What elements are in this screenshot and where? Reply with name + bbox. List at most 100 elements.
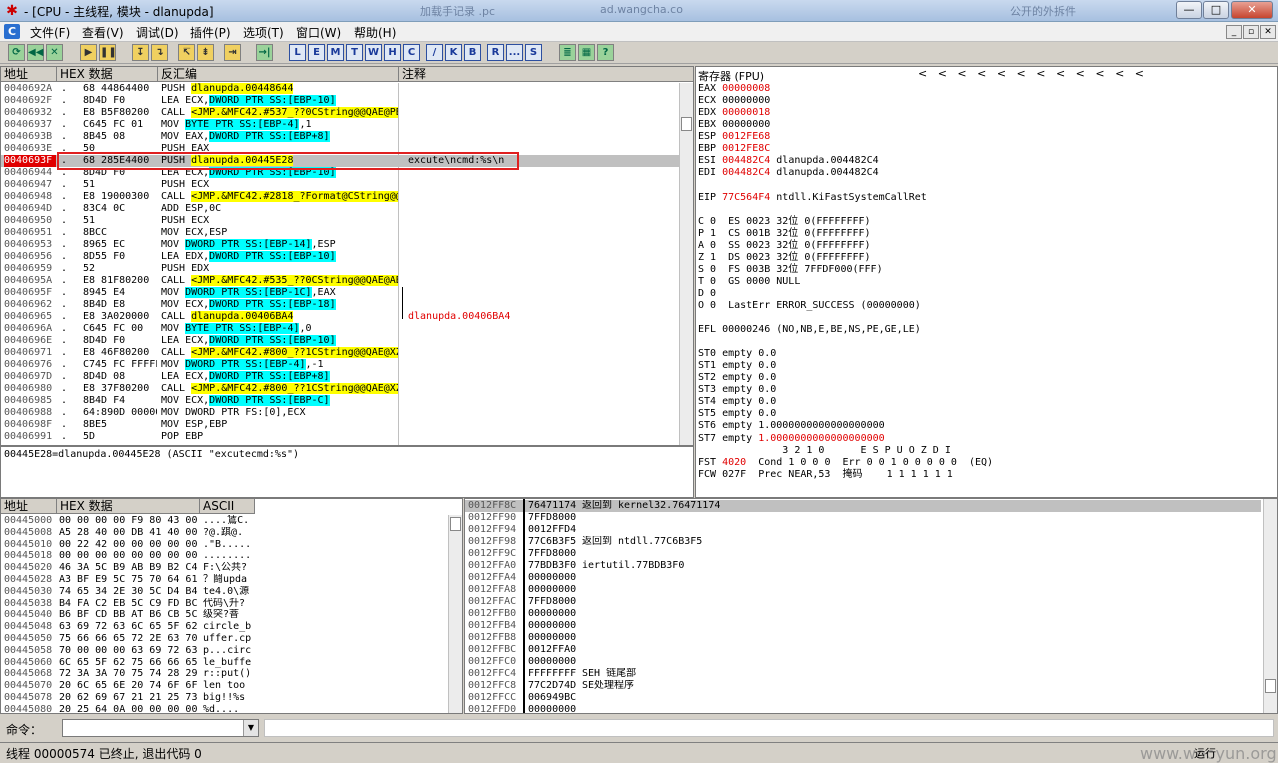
- dump-row[interactable]: 00445078 20 62 69 67 21 21 25 73 big!!%s: [1, 692, 462, 704]
- disasm-row[interactable]: 0040692A. 68 44864400 PUSH dlanupda.004486…: [1, 83, 693, 95]
- register-line[interactable]: D 0: [698, 288, 1277, 300]
- grid-icon[interactable]: ▦: [578, 44, 595, 61]
- stack-row[interactable]: 0012FFB4 00000000: [465, 620, 1261, 632]
- disasm-row[interactable]: 0040695A. E8 81F80200 CALL <JMP.&MFC42.#53…: [1, 275, 693, 287]
- disasm-row[interactable]: 0040693B. 8B45 08 MOV EAX,DWORD PTR SS:[EB…: [1, 131, 693, 143]
- register-line[interactable]: ST6 empty 1.0000000000000000000: [698, 420, 1277, 432]
- disasm-row[interactable]: 00406932. E8 B5F80200 CALL <JMP.&MFC42.#53…: [1, 107, 693, 119]
- register-line[interactable]: EDX 00000018: [698, 107, 1277, 119]
- dump-row[interactable]: 00445070 20 6C 65 6E 20 74 6F 6F len too: [1, 680, 462, 692]
- dump-scrollbar[interactable]: [448, 515, 462, 713]
- register-line[interactable]: FCW 027F Prec NEAR,53 掩码 1 1 1 1 1 1: [698, 469, 1277, 481]
- stack-row[interactable]: 0012FFBC 0012FFA0: [465, 644, 1261, 656]
- disasm-row[interactable]: 00406985. 8B4D F4 MOV ECX,DWORD PTR SS:[EB…: [1, 395, 693, 407]
- menu-view[interactable]: 查看(V): [82, 24, 124, 41]
- stack-row[interactable]: 0012FF98 77C6B3F5 返回到 ntdll.77C6B3F5: [465, 536, 1261, 548]
- menu-options[interactable]: 选项(T): [243, 24, 284, 41]
- register-line[interactable]: [698, 179, 1277, 191]
- register-line[interactable]: [698, 312, 1277, 324]
- dump-row[interactable]: 00445058 70 00 00 00 63 69 72 63 p...circ: [1, 645, 462, 657]
- disasm-row[interactable]: 0040695F. 8945 E4 MOV DWORD PTR SS:[EBP-1C…: [1, 287, 693, 299]
- stop-close-icon[interactable]: ✕: [46, 44, 63, 61]
- threads-window-button[interactable]: T: [346, 44, 363, 61]
- stack-row[interactable]: 0012FFB8 00000000: [465, 632, 1261, 644]
- dump-header-address[interactable]: 地址: [1, 499, 57, 514]
- step-over-icon[interactable]: ↴: [151, 44, 168, 61]
- chevron-down-icon[interactable]: ▼: [243, 720, 258, 736]
- maximize-button[interactable]: □: [1203, 1, 1229, 19]
- stack-row[interactable]: 0012FF9C 7FFD8000: [465, 548, 1261, 560]
- cpu-window-icon[interactable]: C: [4, 24, 20, 39]
- call-stack-window-button[interactable]: K: [445, 44, 462, 61]
- disassembly-scrollbar[interactable]: [679, 83, 693, 445]
- register-line[interactable]: EIP 77C564F4 ntdll.KiFastSystemCallRet: [698, 192, 1277, 204]
- modules-window-button[interactable]: E: [308, 44, 325, 61]
- stack-row[interactable]: 0012FFA4 00000000: [465, 572, 1261, 584]
- register-line[interactable]: EBX 00000000: [698, 119, 1277, 131]
- disassembly-pane[interactable]: 地址 HEX 数据 反汇编 注释 0040692A. 68 44864400 PUS…: [0, 66, 694, 446]
- stack-row[interactable]: 0012FFAC 7FFD8000: [465, 596, 1261, 608]
- rewind-icon[interactable]: ◀◀: [27, 44, 44, 61]
- disasm-row[interactable]: 00406971. E8 46F80200 CALL <JMP.&MFC42.#80…: [1, 347, 693, 359]
- disasm-row[interactable]: 00406988. 64:890D 00000000 MOV DWORD PTR F…: [1, 407, 693, 419]
- register-line[interactable]: ESP 0012FE68: [698, 131, 1277, 143]
- register-line[interactable]: 3 2 1 0 E S P U O Z D I: [698, 445, 1277, 457]
- breakpoints-window-button[interactable]: B: [464, 44, 481, 61]
- register-line[interactable]: ST3 empty 0.0: [698, 384, 1277, 396]
- dump-row[interactable]: 00445038 B4 FA C2 EB 5C C9 FD BC 代码\升?: [1, 598, 462, 610]
- register-line[interactable]: ST7 empty 1.0000000000000000000: [698, 433, 1277, 445]
- menu-help[interactable]: 帮助(H): [354, 24, 396, 41]
- handles-window-button[interactable]: H: [384, 44, 401, 61]
- execute-till-return-icon[interactable]: ⇥: [224, 44, 241, 61]
- cpu-window-button[interactable]: C: [403, 44, 420, 61]
- disasm-row[interactable]: 00406976. C745 FC FFFFFFFF MOV DWORD PTR S…: [1, 359, 693, 371]
- minimize-button[interactable]: —: [1176, 1, 1202, 19]
- register-line[interactable]: ST1 empty 0.0: [698, 360, 1277, 372]
- dump-row[interactable]: 00445028 A3 BF E9 5C 75 70 64 61 ？鬪upda: [1, 574, 462, 586]
- list-icon[interactable]: ≣: [559, 44, 576, 61]
- go-to-icon[interactable]: →|: [256, 44, 273, 61]
- register-line[interactable]: S 0 FS 003B 32位 7FFDF000(FFF): [698, 264, 1277, 276]
- register-line[interactable]: ST2 empty 0.0: [698, 372, 1277, 384]
- disasm-row[interactable]: 00406950. 51 PUSH ECX: [1, 215, 693, 227]
- stack-row[interactable]: 0012FFA8 00000000: [465, 584, 1261, 596]
- register-line[interactable]: EBP 0012FE8C: [698, 143, 1277, 155]
- stack-row[interactable]: 0012FFCC 006949BC: [465, 692, 1261, 704]
- trace-into-icon[interactable]: ↸: [178, 44, 195, 61]
- dump-row[interactable]: 00445018 00 00 00 00 00 00 00 00........: [1, 550, 462, 562]
- references-window-button[interactable]: R: [487, 44, 504, 61]
- stack-row[interactable]: 0012FF90 7FFD8000: [465, 512, 1261, 524]
- mdi-minimize-button[interactable]: _: [1226, 25, 1242, 39]
- dump-row[interactable]: 00445000 00 00 00 00 F9 80 43 00 ....鵀C.: [1, 515, 462, 527]
- dump-row[interactable]: 00445068 72 3A 3A 70 75 74 28 29 r::put(): [1, 668, 462, 680]
- register-line[interactable]: EDI 004482C4 dlanupda.004482C4: [698, 167, 1277, 179]
- dump-row[interactable]: 00445040 B6 BF CD BB AT B6 CB 5C 级突?萻: [1, 609, 462, 621]
- disasm-row[interactable]: 00406991. 5D POP EBP: [1, 431, 693, 443]
- stack-scrollbar[interactable]: [1263, 499, 1277, 713]
- stack-row[interactable]: 0012FFB0 00000000: [465, 608, 1261, 620]
- step-into-icon[interactable]: ↧: [132, 44, 149, 61]
- menu-plugins[interactable]: 插件(P): [190, 24, 231, 41]
- command-input[interactable]: ▼: [62, 719, 259, 737]
- scroll-thumb[interactable]: [450, 517, 461, 531]
- dump-row[interactable]: 00445048 63 69 72 63 6C 65 5F 62 circle_b: [1, 621, 462, 633]
- dump-row[interactable]: 00445008 A5 28 40 00 DB 41 40 00 ?@.踑@.: [1, 527, 462, 539]
- menu-file[interactable]: 文件(F): [30, 24, 70, 41]
- stack-row[interactable]: 0012FFA0 77BDB3F0 iertutil.77BDB3F0: [465, 560, 1261, 572]
- col-header-comment[interactable]: 注释: [399, 67, 693, 82]
- stack-row[interactable]: 0012FF8C 76471174 返回到 kernel32.76471174: [465, 500, 1261, 512]
- stack-row[interactable]: 0012FFC0 00000000: [465, 656, 1261, 668]
- disasm-row[interactable]: 00406937. C645 FC 01 MOV BYTE PTR SS:[EBP-…: [1, 119, 693, 131]
- pause-icon[interactable]: ❚❚: [99, 44, 117, 61]
- disasm-row[interactable]: 0040696E. 8D4D F0 LEA ECX,DWORD PTR SS:[EB…: [1, 335, 693, 347]
- stack-row[interactable]: 0012FFC8 77C2D74D SE处理程序: [465, 680, 1261, 692]
- dump-row[interactable]: 00445050 75 66 66 65 72 2E 63 70 uffer.cp: [1, 633, 462, 645]
- stack-row[interactable]: 0012FFD0 00000000: [465, 704, 1261, 713]
- disasm-row[interactable]: 00406965. E8 3A020000 CALL dlanupda.00406B…: [1, 311, 693, 323]
- register-line[interactable]: A 0 SS 0023 32位 0(FFFFFFFF): [698, 240, 1277, 252]
- menu-debug[interactable]: 调试(D): [136, 24, 179, 41]
- register-line[interactable]: T 0 GS 0000 NULL: [698, 276, 1277, 288]
- log-window-button[interactable]: L: [289, 44, 306, 61]
- help-icon[interactable]: ?: [597, 44, 614, 61]
- run-icon[interactable]: ▶: [80, 44, 97, 61]
